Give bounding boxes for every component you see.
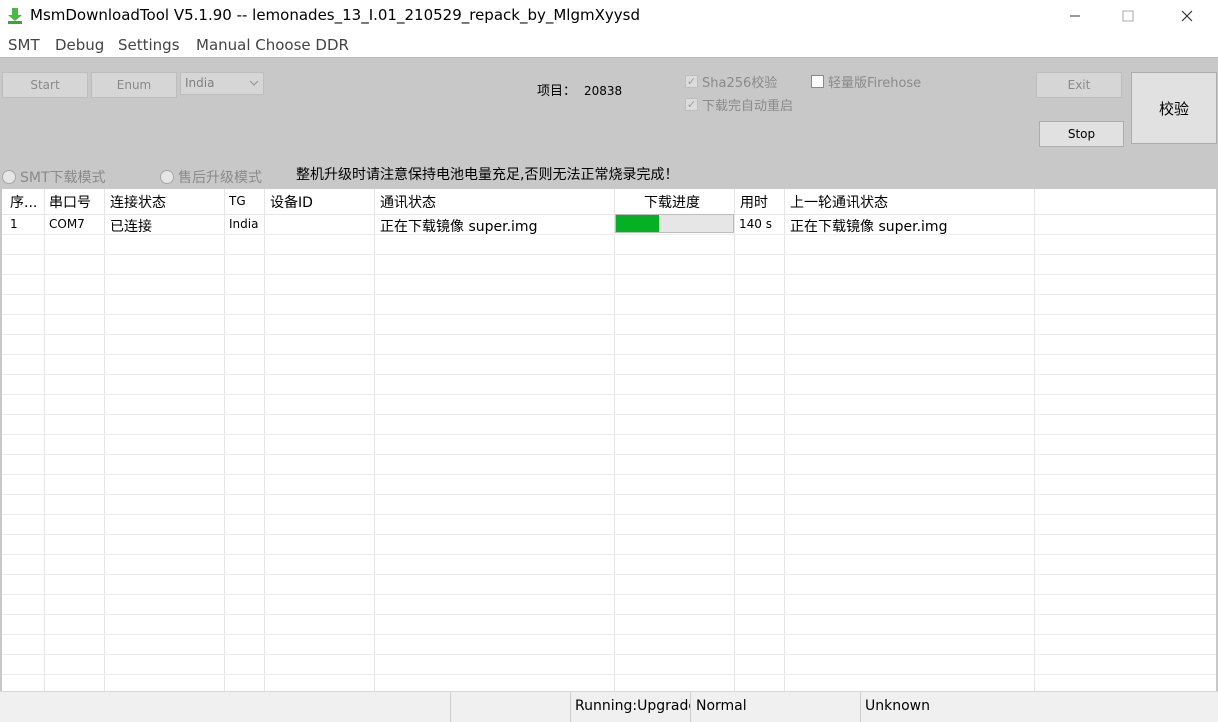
minimize-icon: [1070, 15, 1080, 17]
header-port[interactable]: 串口号: [49, 192, 91, 212]
cell-index: 1: [10, 217, 18, 231]
minimize-button[interactable]: [1052, 0, 1098, 32]
auto-reboot-label: 下载完自动重启: [702, 99, 794, 114]
header-time[interactable]: 用时: [740, 192, 768, 212]
sha256-checkbox[interactable]: ✓ Sha256校验: [685, 72, 777, 91]
project-label: 项目：: [537, 84, 577, 99]
radio-empty-icon: [2, 170, 16, 184]
menu-debug[interactable]: Debug: [55, 36, 104, 54]
header-tg[interactable]: TG: [229, 194, 246, 208]
menu-smt[interactable]: SMT: [8, 36, 40, 54]
title-bar: MsmDownloadTool V5.1.90 -- lemonades_13_…: [0, 0, 1218, 32]
header-index[interactable]: 序...: [10, 192, 37, 212]
download-arrow-icon: [8, 8, 22, 24]
auto-reboot-checkbox[interactable]: ✓ 下载完自动重启: [685, 95, 805, 114]
status-state: Unknown: [865, 698, 930, 714]
cell-comm-status: 正在下载镜像 super.img: [380, 219, 538, 235]
close-button[interactable]: [1164, 0, 1210, 32]
cell-tg: India: [229, 217, 259, 231]
cell-port: COM7: [49, 217, 85, 231]
aftersale-mode-radio[interactable]: 售后升级模式: [160, 167, 262, 187]
header-comm-status[interactable]: 通讯状态: [380, 192, 436, 212]
header-connection[interactable]: 连接状态: [110, 192, 166, 212]
battery-warning-text: 整机升级时请注意保持电池电量充足,否则无法正常烧录完成！: [296, 167, 679, 183]
smt-mode-radio[interactable]: SMT下载模式: [2, 167, 106, 187]
enum-button[interactable]: Enum: [91, 72, 177, 98]
progress-fill: [616, 215, 660, 232]
cell-connection: 已连接: [110, 219, 152, 235]
status-separator: [690, 692, 691, 722]
table-grid-lines: [2, 189, 1216, 691]
cell-last-status: 正在下载镜像 super.img: [790, 219, 948, 235]
cell-time: 140 s: [739, 217, 772, 231]
sha256-label: Sha256校验: [702, 76, 778, 91]
status-separator: [570, 692, 571, 722]
window-title: MsmDownloadTool V5.1.90 -- lemonades_13_…: [30, 6, 640, 24]
start-button[interactable]: Start: [2, 72, 88, 98]
menu-bar: SMT Debug Settings Manual Choose DDR: [0, 33, 1218, 57]
region-select-value: India: [185, 76, 215, 90]
chevron-down-icon: [249, 80, 259, 86]
project-value: 20838: [584, 84, 623, 98]
lite-firehose-checkbox[interactable]: 轻量版Firehose: [811, 72, 921, 91]
download-progress-bar: [615, 214, 734, 233]
maximize-icon: [1122, 10, 1134, 22]
stop-button[interactable]: Stop: [1039, 121, 1124, 147]
maximize-button[interactable]: [1105, 0, 1151, 32]
checkbox-empty-icon: [811, 75, 824, 88]
menu-settings[interactable]: Settings: [118, 36, 180, 54]
status-running: Running:Upgrade: [575, 698, 690, 714]
close-icon: [1181, 10, 1193, 22]
project-info: 项目： 20838: [537, 80, 622, 99]
menu-manual-choose-ddr[interactable]: Manual Choose DDR: [196, 36, 349, 54]
status-separator: [450, 692, 451, 722]
status-separator: [860, 692, 861, 722]
exit-button[interactable]: Exit: [1036, 72, 1122, 98]
checkmark-icon: ✓: [685, 75, 698, 88]
radio-empty-icon: [160, 170, 174, 184]
checkmark-icon: ✓: [685, 98, 698, 111]
aftersale-mode-label: 售后升级模式: [178, 170, 262, 186]
region-select[interactable]: India: [180, 72, 264, 95]
control-panel: Start Enum India 项目： 20838 ✓ Sha256校验 轻量版…: [0, 57, 1218, 189]
device-table: 序... 串口号 连接状态 TG 设备ID 通讯状态 下载进度 用时 上一轮通讯…: [0, 189, 1218, 691]
header-device-id[interactable]: 设备ID: [270, 192, 313, 212]
header-progress[interactable]: 下载进度: [644, 192, 700, 212]
lite-firehose-label: 轻量版Firehose: [828, 76, 922, 91]
status-bar: Running:Upgrade Normal Unknown: [0, 691, 1218, 722]
status-mode: Normal: [696, 698, 747, 714]
header-last-status[interactable]: 上一轮通讯状态: [790, 192, 888, 212]
smt-mode-label: SMT下载模式: [20, 170, 106, 186]
verify-button[interactable]: 校验: [1131, 72, 1217, 144]
